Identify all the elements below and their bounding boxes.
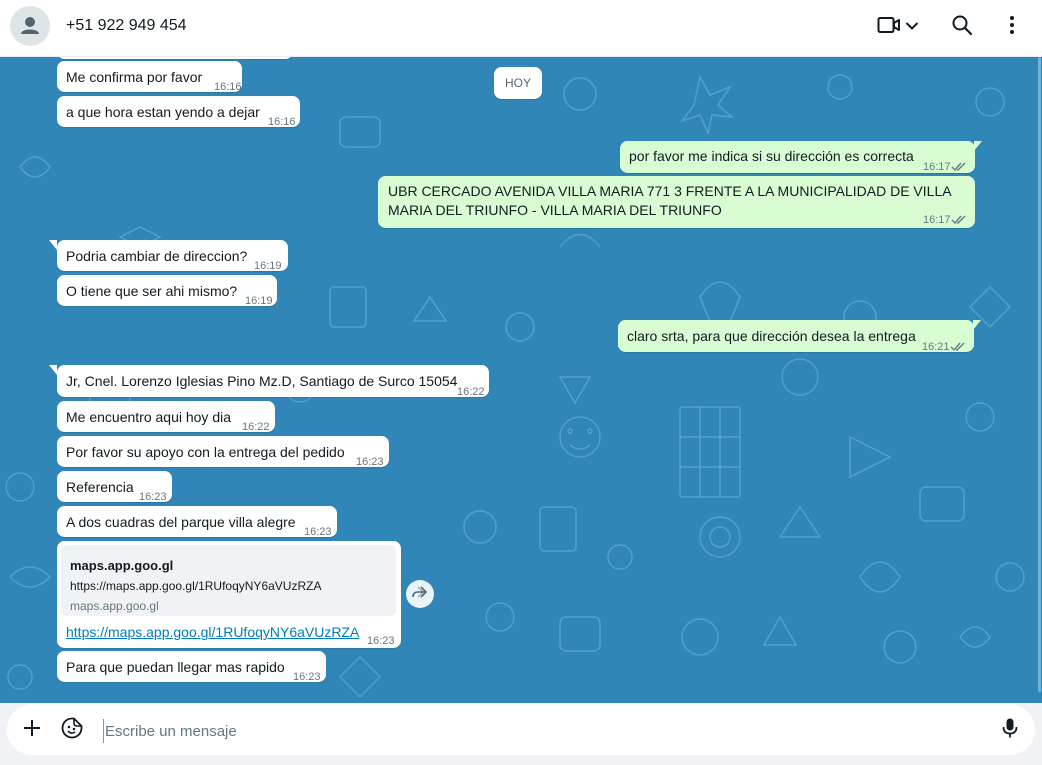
double-check-icon xyxy=(951,158,967,177)
composer-box xyxy=(7,704,1035,755)
search-button[interactable] xyxy=(951,14,973,40)
link-preview-domain: maps.app.goo.gl xyxy=(70,599,159,613)
bubble-tail xyxy=(49,240,57,250)
message-link[interactable]: https://maps.app.goo.gl/1RUfoqyNY6aVUzRZ… xyxy=(66,623,359,642)
message-bubble-incoming[interactable]: O tiene que ser ahi mismo? 16:19 xyxy=(57,275,277,307)
message-time: 16:17 xyxy=(923,214,951,226)
search-icon xyxy=(951,14,973,41)
message-text-line-2: MARIA DEL TRIUNFO - VILLA MARIA DEL TRIU… xyxy=(388,202,722,218)
bubble-tail xyxy=(49,365,57,375)
message-bubble-link[interactable]: maps.app.goo.gl https://maps.app.goo.gl/… xyxy=(57,541,401,648)
message-bubble-clipped[interactable] xyxy=(57,57,293,59)
scroll-thumb[interactable] xyxy=(1038,57,1041,692)
video-call-button[interactable] xyxy=(877,14,919,40)
link-preview-url: https://maps.app.goo.gl/1RUfoqyNY6aVUzRZ… xyxy=(70,579,322,593)
message-bubble-incoming[interactable]: a que hora estan yendo a dejar 16:16 xyxy=(57,96,300,128)
message-time: 16:21 xyxy=(922,341,950,353)
message-bubble-incoming[interactable]: A dos cuadras del parque villa alegre 16… xyxy=(57,506,337,538)
contact-name[interactable]: +51 922 949 454 xyxy=(66,17,187,35)
avatar-icon[interactable] xyxy=(10,6,50,46)
message-bubble-incoming[interactable]: Para que puedan llegar mas rapido 16:23 xyxy=(57,651,326,683)
message-time: 16:19 xyxy=(245,295,273,307)
bubble-tail xyxy=(974,141,982,151)
forward-button[interactable] xyxy=(406,580,434,608)
menu-icon xyxy=(1002,14,1022,41)
message-bubble-outgoing[interactable]: claro srta, para que dirección desea la … xyxy=(618,320,974,353)
message-time: 16:19 xyxy=(254,260,282,272)
message-text: A dos cuadras del parque villa alegre xyxy=(66,514,296,530)
microphone-icon xyxy=(1002,717,1018,744)
message-bubble-incoming[interactable]: Por favor su apoyo con la entrega del pe… xyxy=(57,436,389,468)
message-time: 16:23 xyxy=(293,671,321,683)
chat-header: +51 922 949 454 xyxy=(0,0,1042,57)
message-time: 16:23 xyxy=(367,635,395,647)
message-time: 16:22 xyxy=(242,421,270,433)
message-text: Por favor su apoyo con la entrega del pe… xyxy=(66,444,345,460)
message-text: a que hora estan yendo a dejar xyxy=(66,104,260,120)
message-time: 16:16 xyxy=(268,116,296,128)
bubble-tail xyxy=(973,320,981,330)
chat-area[interactable]: HOY Me confirma por favor 16:16 a que ho… xyxy=(0,57,1042,703)
message-time: 16:22 xyxy=(457,386,485,398)
message-input[interactable] xyxy=(103,719,967,743)
menu-button[interactable] xyxy=(1002,14,1022,40)
message-time: 16:17 xyxy=(923,161,951,173)
message-bubble-incoming[interactable]: Me encuentro aqui hoy dia 16:22 xyxy=(57,401,275,433)
message-text-line-1: UBR CERCADO AVENIDA VILLA MARIA 771 3 FR… xyxy=(388,183,952,199)
message-bubble-incoming[interactable]: Podria cambiar de direccion? 16:19 xyxy=(57,240,288,272)
message-text: claro srta, para que dirección desea la … xyxy=(627,328,916,344)
message-text: Jr, Cnel. Lorenzo Iglesias Pino Mz.D, Sa… xyxy=(66,373,458,389)
message-bubble-incoming[interactable]: Referencia 16:23 xyxy=(57,471,172,503)
chat-scrollbar[interactable] xyxy=(1038,57,1042,703)
attach-button[interactable] xyxy=(19,717,45,743)
message-text: Me encuentro aqui hoy dia xyxy=(66,409,231,425)
message-text: Me confirma por favor xyxy=(66,69,203,85)
double-check-icon xyxy=(951,211,967,230)
chevron-down-icon xyxy=(905,18,919,36)
message-bubble-incoming[interactable]: Jr, Cnel. Lorenzo Iglesias Pino Mz.D, Sa… xyxy=(57,365,489,398)
message-bubble-outgoing[interactable]: UBR CERCADO AVENIDA VILLA MARIA 771 3 FR… xyxy=(378,176,975,228)
message-text: Referencia xyxy=(66,479,134,495)
link-preview-card[interactable]: maps.app.goo.gl https://maps.app.goo.gl/… xyxy=(61,545,396,616)
message-time: 16:23 xyxy=(356,456,384,468)
message-time: 16:23 xyxy=(139,491,167,503)
voice-message-button[interactable] xyxy=(997,717,1023,743)
message-time: 16:23 xyxy=(304,526,332,538)
double-check-icon xyxy=(950,338,966,357)
message-text: Podria cambiar de direccion? xyxy=(66,248,248,264)
video-call-icon xyxy=(877,15,901,40)
link-preview-title: maps.app.goo.gl xyxy=(70,558,174,573)
forward-icon xyxy=(411,585,429,604)
sticker-button[interactable] xyxy=(59,717,85,743)
message-text: Para que puedan llegar mas rapido xyxy=(66,659,285,675)
message-bubble-incoming[interactable]: Me confirma por favor 16:16 xyxy=(57,61,242,93)
sticker-icon xyxy=(61,717,83,744)
message-text: O tiene que ser ahi mismo? xyxy=(66,283,238,299)
plus-icon xyxy=(23,719,41,742)
message-text: por favor me indica si su dirección es c… xyxy=(629,148,914,164)
composer-bar xyxy=(0,703,1042,765)
day-separator: HOY xyxy=(494,67,542,99)
message-bubble-outgoing[interactable]: por favor me indica si su dirección es c… xyxy=(620,141,975,173)
message-time: 16:16 xyxy=(214,81,242,93)
